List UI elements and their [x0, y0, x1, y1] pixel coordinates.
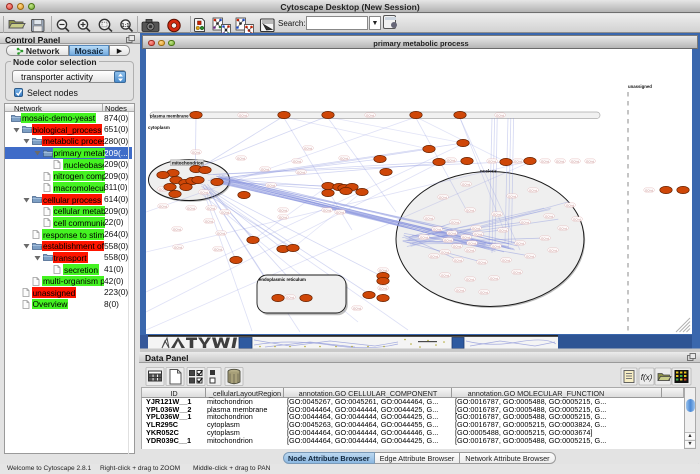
svg-text:GO-id: GO-id: [462, 182, 470, 186]
svg-text:mitochondrion: mitochondrion: [172, 161, 204, 166]
svg-text:GO-id: GO-id: [514, 159, 522, 163]
svg-text:GO-id: GO-id: [279, 215, 287, 219]
svg-text:1:1: 1:1: [122, 23, 130, 29]
svg-text:GO-id: GO-id: [508, 194, 516, 198]
svg-text:GO-id: GO-id: [217, 231, 225, 235]
svg-text:GO-id: GO-id: [323, 208, 331, 212]
svg-text:GO-id: GO-id: [187, 206, 195, 210]
svg-text:GO-id: GO-id: [444, 238, 452, 242]
svg-text:GO-id: GO-id: [466, 248, 474, 252]
svg-text:GO-id: GO-id: [439, 195, 447, 199]
svg-text:GO-id: GO-id: [566, 203, 574, 207]
svg-text:GO-id: GO-id: [493, 212, 501, 216]
svg-text:GO-id: GO-id: [571, 159, 579, 163]
svg-text:GO-id: GO-id: [336, 210, 344, 214]
svg-text:GO-id: GO-id: [207, 206, 215, 210]
svg-text:GO-id: GO-id: [173, 227, 181, 231]
svg-text:GO-id: GO-id: [466, 208, 474, 212]
svg-text:GO-id: GO-id: [478, 260, 486, 264]
svg-text:GO-id: GO-id: [379, 286, 387, 290]
svg-text:GO-id: GO-id: [159, 204, 167, 208]
svg-text:GO-id: GO-id: [516, 241, 524, 245]
svg-text:GO-id: GO-id: [353, 306, 361, 310]
svg-text:GO-id: GO-id: [239, 113, 247, 117]
svg-text:GO-id: GO-id: [496, 113, 504, 117]
svg-text:GO-id: GO-id: [192, 150, 200, 154]
svg-text:GO-id: GO-id: [549, 248, 557, 252]
svg-text:GO-id: GO-id: [433, 227, 441, 231]
svg-text:GO-id: GO-id: [541, 159, 549, 163]
svg-text:endoplasmic reticulum: endoplasmic reticulum: [259, 277, 306, 282]
svg-text:GO-id: GO-id: [474, 232, 482, 236]
svg-text:GO-id: GO-id: [221, 210, 229, 214]
svg-text:GO-id: GO-id: [267, 183, 275, 187]
svg-text:GO-id: GO-id: [379, 268, 387, 272]
svg-text:unassigned: unassigned: [628, 84, 652, 89]
svg-text:GO-id: GO-id: [490, 276, 498, 280]
svg-text:GO-id: GO-id: [556, 159, 564, 163]
svg-text:GO-id: GO-id: [559, 226, 567, 230]
svg-text:GO-id: GO-id: [502, 258, 510, 262]
svg-text:GO-id: GO-id: [261, 167, 269, 171]
svg-text:GO-id: GO-id: [480, 290, 488, 294]
svg-text:GO-id: GO-id: [488, 159, 496, 163]
svg-text:GO-id: GO-id: [340, 156, 348, 160]
svg-text:GO-id: GO-id: [425, 216, 433, 220]
svg-text:GO-id: GO-id: [526, 254, 534, 258]
svg-text:GO-id: GO-id: [451, 220, 459, 224]
svg-text:GO-id: GO-id: [214, 247, 222, 251]
svg-text:GO-id: GO-id: [286, 295, 294, 299]
svg-text:GO-id: GO-id: [454, 258, 462, 262]
svg-text:GO-id: GO-id: [441, 250, 449, 254]
svg-text:GO-id: GO-id: [430, 254, 438, 258]
svg-text:GO-id: GO-id: [521, 220, 529, 224]
svg-text:GO-id: GO-id: [529, 188, 537, 192]
svg-text:GO-id: GO-id: [492, 244, 500, 248]
svg-text:GO-id: GO-id: [462, 235, 470, 239]
svg-text:GO-id: GO-id: [200, 190, 208, 194]
svg-text:GO-id: GO-id: [366, 113, 374, 117]
svg-text:GO-id: GO-id: [541, 236, 549, 240]
svg-text:GO-id: GO-id: [174, 245, 182, 249]
svg-text:GO-id: GO-id: [237, 156, 245, 160]
svg-text:GO-id: GO-id: [453, 244, 461, 248]
svg-text:GO-id: GO-id: [456, 288, 464, 292]
svg-text:GO-id: GO-id: [513, 270, 521, 274]
svg-text:GO-id: GO-id: [472, 226, 480, 230]
svg-text:GO-id: GO-id: [205, 219, 213, 223]
svg-text:GO-id: GO-id: [573, 217, 581, 221]
svg-text:GO-id: GO-id: [645, 188, 653, 192]
svg-text:plasma membrane: plasma membrane: [150, 113, 189, 118]
svg-text:GO-id: GO-id: [293, 159, 301, 163]
svg-text:GO-id: GO-id: [466, 277, 474, 281]
svg-text:GO-id: GO-id: [468, 241, 476, 245]
svg-text:GO-id: GO-id: [304, 146, 312, 150]
svg-text:GO-id: GO-id: [279, 208, 287, 212]
svg-text:GO-id: GO-id: [448, 231, 456, 235]
svg-text:cytoplasm: cytoplasm: [148, 125, 170, 130]
svg-text:GO-id: GO-id: [499, 228, 507, 232]
svg-text:GO-id: GO-id: [586, 159, 594, 163]
svg-text:GO-id: GO-id: [447, 158, 455, 162]
svg-text:GO-id: GO-id: [545, 214, 553, 218]
svg-text:GO-id: GO-id: [420, 235, 428, 239]
svg-text:GO-id: GO-id: [297, 170, 305, 174]
svg-text:f(x): f(x): [641, 373, 653, 382]
svg-text:GO-id: GO-id: [441, 273, 449, 277]
